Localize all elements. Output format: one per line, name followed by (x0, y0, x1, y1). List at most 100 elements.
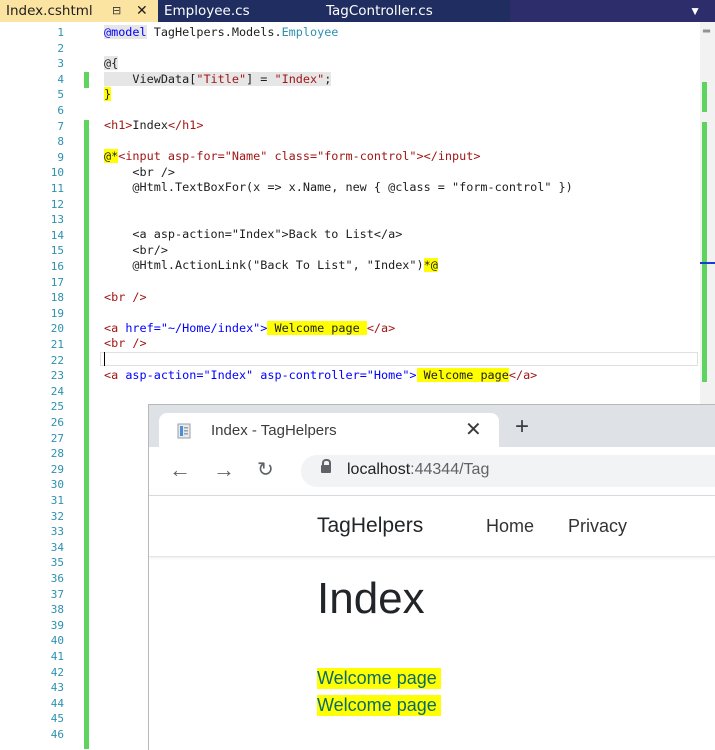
line-number: 11 (50, 182, 64, 195)
back-arrow-icon[interactable]: ← (169, 457, 191, 483)
line-number: 26 (50, 416, 64, 429)
line-number: 29 (50, 462, 64, 476)
web-page-content: TagHelpers Home Privacy Index Welcome pa… (149, 496, 715, 750)
line-number: 36 (50, 572, 64, 585)
close-icon[interactable]: ✕ (136, 0, 148, 22)
comment-text: <a asp-action="Index">Back to List</a> (104, 227, 403, 241)
code-line-9[interactable]: @*<input asp-for="Name" class="form-cont… (104, 149, 480, 163)
line-number: 43 (50, 681, 64, 695)
forward-arrow-icon[interactable]: → (213, 457, 235, 483)
line-number: 8 (57, 135, 64, 149)
browser-tab[interactable]: Index - TagHelpers ✕ (159, 413, 499, 447)
attribute-name: href (125, 321, 154, 335)
nav-link-privacy[interactable]: Privacy (568, 516, 627, 537)
comment-text: <br /> (104, 165, 176, 179)
html-tag: </a> (366, 321, 396, 335)
code-line-3[interactable]: @{ (104, 56, 119, 70)
reload-icon[interactable]: ↻ (257, 457, 274, 483)
code-line-10[interactable]: <br /> (104, 165, 175, 179)
razor-keyword: @model (104, 25, 147, 39)
code-line-23[interactable]: <a asp-action="Index" asp-controller="Ho… (104, 368, 537, 382)
tab-label: Index.cshtml (6, 3, 93, 19)
tab-label: Employee.cs (164, 3, 250, 19)
text-caret (104, 352, 105, 366)
welcome-page-link[interactable]: Welcome page (317, 668, 441, 689)
new-tab-icon[interactable]: + (515, 415, 529, 439)
nav-link-home[interactable]: Home (486, 516, 534, 537)
code-text: ] = (246, 72, 275, 86)
attribute-value: ="Home"> (359, 368, 417, 382)
line-number: 9 (57, 150, 64, 164)
line-number: 5 (57, 88, 64, 102)
split-view-icon[interactable]: ═ (703, 26, 710, 37)
site-brand-link[interactable]: TagHelpers (317, 514, 423, 538)
code-text: } (104, 87, 112, 101)
code-line-5[interactable]: } (104, 87, 112, 101)
code-line-7[interactable]: <h1>Index</h1> (104, 118, 203, 132)
code-line-21[interactable]: <br /> (104, 336, 147, 350)
url-host: localhost (347, 461, 411, 478)
string-literal: "Index" (274, 72, 325, 86)
browser-window: Index - TagHelpers ✕ + ← → ↻ localhost:4… (148, 404, 715, 750)
tab-tagcontroller-cs[interactable]: TagController.cs (320, 0, 510, 22)
type-name: Employee (281, 25, 339, 39)
html-tag: <br /> (104, 290, 147, 304)
line-number: 28 (50, 447, 64, 461)
change-bar (84, 120, 89, 749)
code-line-15[interactable]: <br/> (104, 243, 168, 257)
tab-index-cshtml[interactable]: Index.cshtml ⊟ ✕ (0, 0, 158, 22)
browser-tab-bar: Index - TagHelpers ✕ + (149, 405, 715, 447)
browser-tab-title: Index - TagHelpers (211, 422, 337, 439)
line-number: 17 (50, 275, 64, 289)
line-number: 12 (50, 197, 64, 211)
code-line-4[interactable]: ViewData["Title"] = "Index"; (104, 72, 332, 86)
string-literal: "Title" (196, 72, 247, 86)
code-line-16[interactable]: @Html.ActionLink("Back To List", "Index"… (104, 258, 438, 272)
tab-label: TagController.cs (326, 3, 433, 19)
line-number: 21 (50, 338, 64, 351)
line-number: 14 (50, 228, 64, 242)
line-number: 1 (57, 26, 64, 39)
attribute-value: ="~/Home/index"> (153, 321, 268, 335)
code-text: TagHelpers.Models. (146, 25, 282, 39)
line-number: 16 (50, 260, 64, 273)
url-path: :44344/Tag (410, 461, 490, 478)
line-number: 38 (50, 603, 64, 617)
tab-employee-cs[interactable]: Employee.cs (158, 0, 320, 22)
comment-text: @Html.TextBoxFor(x => x.Name, new { @cla… (104, 180, 573, 194)
code-line-14[interactable]: <a asp-action="Index">Back to List</a> (104, 227, 402, 241)
pin-icon[interactable]: ⊟ (112, 0, 121, 22)
code-line-1[interactable]: @model TagHelpers.Models.Employee (104, 25, 338, 39)
html-tag: <a (104, 368, 126, 382)
code-line-20[interactable]: <a href="~/Home/index"> Welcome page </a… (104, 321, 395, 335)
html-tag: <a (104, 321, 126, 335)
link-text: Welcome page (267, 321, 367, 335)
close-icon[interactable]: ✕ (465, 417, 482, 442)
comment-text: <input asp-for="Name" class="form-contro… (118, 149, 481, 163)
page-icon (177, 423, 191, 439)
line-number: 41 (50, 650, 64, 663)
line-number: 10 (50, 166, 64, 180)
welcome-page-link[interactable]: Welcome page (317, 695, 441, 716)
line-number: 13 (50, 213, 64, 227)
html-tag: <h1> (104, 118, 133, 132)
code-text: Index (132, 118, 168, 132)
line-number: 25 (50, 400, 64, 414)
address-bar[interactable]: localhost:44344/Tag (301, 455, 715, 487)
line-number: 23 (50, 369, 64, 383)
line-number: 30 (50, 478, 64, 492)
line-number: 27 (50, 431, 64, 445)
line-number: 40 (50, 634, 64, 648)
dropdown-arrow-icon[interactable]: ▼ (689, 0, 701, 22)
line-number: 7 (57, 119, 64, 133)
line-number: 18 (50, 291, 64, 305)
editor-tab-strip: Index.cshtml ⊟ ✕ Employee.cs TagControll… (0, 0, 715, 22)
scroll-change-marker (702, 82, 707, 112)
code-text: @{ (104, 56, 119, 70)
html-tag: </a> (508, 368, 538, 382)
code-line-11[interactable]: @Html.TextBoxFor(x => x.Name, new { @cla… (104, 180, 573, 194)
html-tag: <br /> (104, 336, 147, 350)
attribute-name: asp-controller (260, 368, 360, 382)
line-number: 33 (50, 525, 64, 539)
code-line-18[interactable]: <br /> (104, 290, 147, 304)
